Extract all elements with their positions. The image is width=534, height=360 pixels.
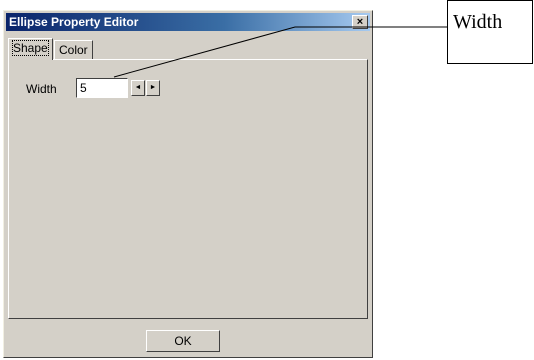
window-title: Ellipse Property Editor xyxy=(9,15,139,29)
width-decrement-button[interactable]: ◄ xyxy=(131,80,145,96)
title-bar[interactable]: Ellipse Property Editor × xyxy=(6,13,370,31)
arrow-right-icon: ► xyxy=(149,84,157,91)
tab-color-label: Color xyxy=(59,43,88,57)
tab-shape[interactable]: Shape xyxy=(8,38,53,60)
width-increment-button[interactable]: ► xyxy=(146,80,160,96)
property-editor-dialog: Ellipse Property Editor × Shape Color xyxy=(3,10,373,358)
close-button[interactable]: × xyxy=(352,15,368,29)
close-icon: × xyxy=(356,16,364,28)
width-label: Width xyxy=(26,82,57,96)
tab-panel xyxy=(8,59,368,319)
callout-box: Width xyxy=(447,0,533,64)
tab-color[interactable]: Color xyxy=(54,40,93,59)
tab-shape-label: Shape xyxy=(12,40,49,56)
ok-button[interactable]: OK xyxy=(146,330,220,352)
arrow-left-icon: ◄ xyxy=(134,84,142,91)
width-input[interactable]: 5 xyxy=(76,78,128,98)
